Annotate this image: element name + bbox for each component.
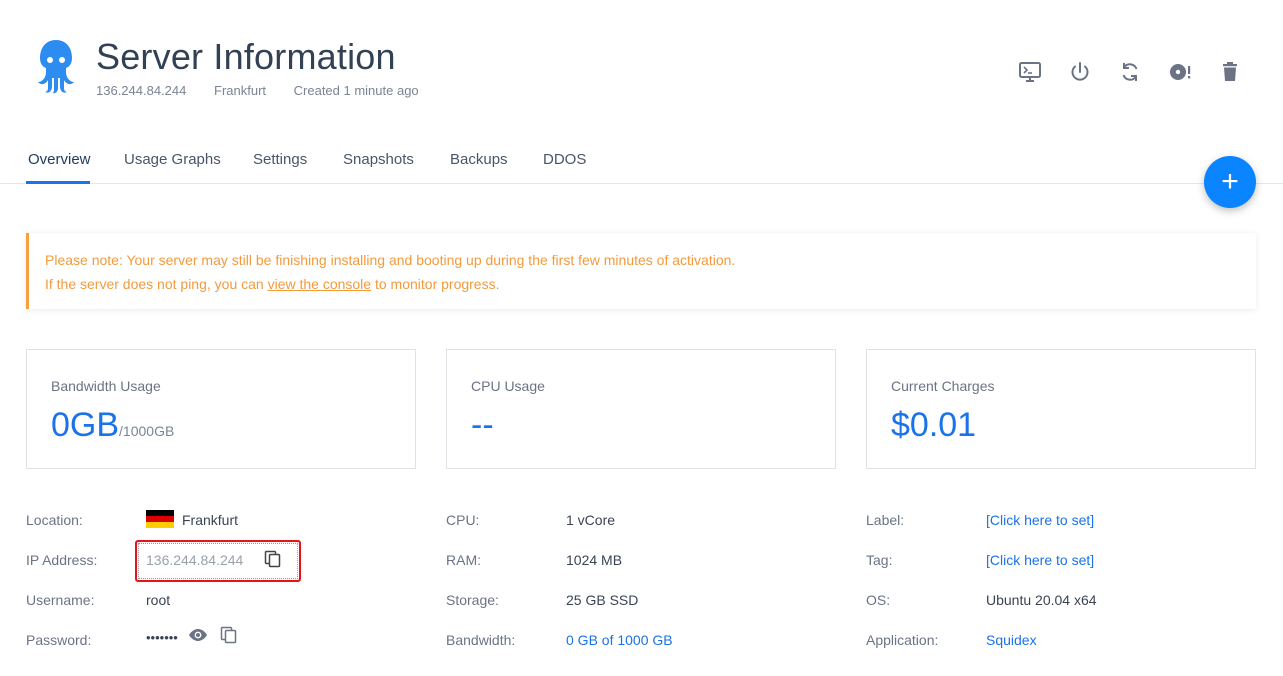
ram-value: 1024 MB — [566, 552, 623, 568]
application-link[interactable]: Squidex — [986, 632, 1037, 648]
activation-notice: Please note: Your server may still be fi… — [26, 233, 1256, 309]
bandwidth-usage-card: Bandwidth Usage 0GB/1000GB — [26, 349, 416, 469]
tab-snapshots[interactable]: Snapshots — [343, 151, 414, 168]
current-charges-label: Current Charges — [891, 378, 995, 394]
bandwidth-usage-value: 0GB/1000GB — [51, 406, 174, 445]
bandwidth-value-link[interactable]: 0 GB of 1000 GB — [566, 632, 673, 648]
show-password-icon[interactable] — [188, 627, 208, 643]
bandwidth-label: Bandwidth: — [446, 632, 516, 648]
power-button[interactable] — [1066, 58, 1094, 86]
squid-logo-icon — [38, 40, 74, 94]
console-button[interactable] — [1016, 58, 1044, 86]
cpu-value: 1 vCore — [566, 512, 616, 528]
bandwidth-total: /1000GB — [119, 423, 175, 439]
tab-bar: Overview Usage Graphs Settings Snapshots… — [0, 140, 1283, 184]
active-tab-indicator — [26, 181, 90, 184]
notice-line-2: If the server does not ping, you can vie… — [45, 272, 1240, 296]
os-label: OS: — [866, 592, 891, 608]
password-label: Password: — [26, 632, 92, 648]
username-label: Username: — [26, 592, 95, 608]
notice-line-2-suffix: to monitor progress. — [371, 276, 500, 292]
password-value: ••••••• — [146, 630, 178, 645]
notice-line-2-prefix: If the server does not ping, you can — [45, 276, 268, 292]
bandwidth-used: 0GB — [51, 406, 120, 444]
power-icon — [1071, 62, 1089, 81]
add-button[interactable]: + — [1204, 156, 1256, 208]
ram-label: RAM: — [446, 552, 481, 568]
header-created: Created 1 minute ago — [293, 83, 419, 98]
current-charges-card: Current Charges $0.01 — [866, 349, 1256, 469]
delete-button[interactable] — [1216, 58, 1244, 86]
tag-label: Tag: — [866, 552, 893, 568]
ip-address-label: IP Address: — [26, 552, 98, 568]
username-value: root — [146, 592, 171, 608]
console-icon — [1019, 62, 1041, 82]
tab-ddos[interactable]: DDOS — [543, 151, 586, 168]
tab-backups[interactable]: Backups — [450, 151, 508, 168]
location-label: Location: — [26, 512, 83, 528]
reinstall-icon — [1170, 64, 1191, 80]
bandwidth-usage-label: Bandwidth Usage — [51, 378, 161, 394]
copy-ip-icon[interactable] — [264, 550, 282, 568]
server-subline: 136.244.84.244 Frankfurt Created 1 minut… — [96, 83, 443, 98]
label-label: Label: — [866, 512, 905, 528]
tab-settings[interactable]: Settings — [253, 151, 307, 168]
page-title: Server Information — [96, 36, 396, 77]
reinstall-button[interactable] — [1166, 58, 1194, 86]
os-value: Ubuntu 20.04 x64 — [986, 592, 1097, 608]
copy-password-icon[interactable] — [220, 626, 238, 644]
view-console-link[interactable]: view the console — [268, 276, 372, 292]
restart-button[interactable] — [1116, 58, 1144, 86]
application-label: Application: — [866, 632, 939, 648]
germany-flag-icon — [146, 510, 174, 529]
cpu-usage-value: -- — [471, 406, 494, 444]
header-location: Frankfurt — [214, 83, 267, 98]
ip-address-value[interactable]: 136.244.84.244 — [146, 552, 243, 568]
storage-label: Storage: — [446, 592, 499, 608]
cpu-usage-label: CPU Usage — [471, 378, 545, 394]
tab-overview[interactable]: Overview — [28, 151, 91, 168]
trash-icon — [1223, 62, 1237, 81]
set-tag-link[interactable]: [Click here to set] — [986, 552, 1094, 568]
notice-line-1: Please note: Your server may still be fi… — [45, 252, 736, 268]
cpu-label: CPU: — [446, 512, 480, 528]
current-charges-value: $0.01 — [891, 406, 977, 444]
location-value: Frankfurt — [146, 510, 239, 530]
tab-usage-graphs[interactable]: Usage Graphs — [124, 151, 221, 168]
page-header: Server Information 136.244.84.244 Frankf… — [0, 0, 1283, 130]
location-text: Frankfurt — [182, 512, 239, 528]
restart-icon — [1122, 63, 1138, 81]
set-label-link[interactable]: [Click here to set] — [986, 512, 1094, 528]
server-actions — [1016, 58, 1266, 86]
storage-value: 25 GB SSD — [566, 592, 639, 608]
header-ip: 136.244.84.244 — [96, 83, 187, 98]
cpu-usage-card: CPU Usage -- — [446, 349, 836, 469]
